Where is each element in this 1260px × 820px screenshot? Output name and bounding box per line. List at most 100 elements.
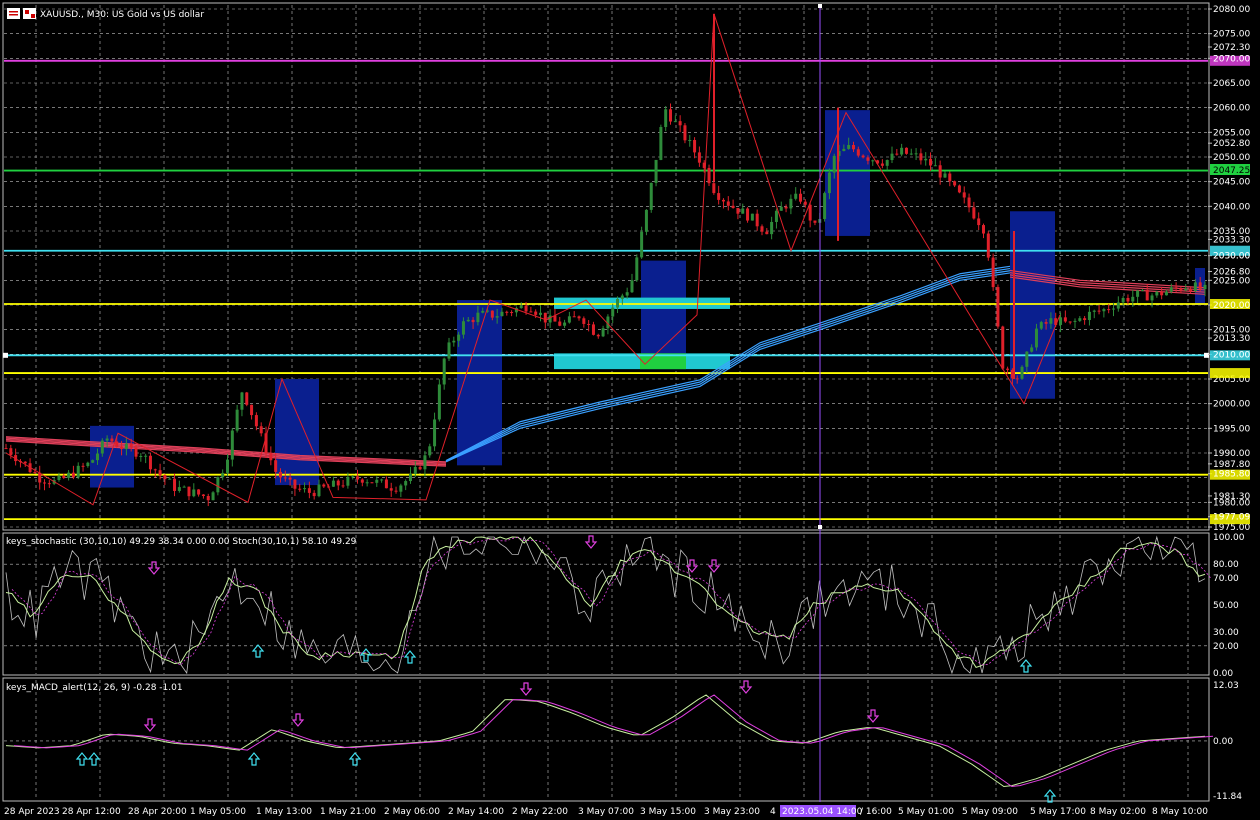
candle-body — [356, 476, 360, 480]
candle-body — [500, 311, 504, 317]
candle-body — [669, 109, 673, 122]
candle-body — [712, 183, 716, 194]
price-tick-label: 2075.00 — [1213, 30, 1250, 40]
candle-body — [1189, 288, 1193, 292]
candle-body — [129, 443, 133, 448]
candle-body — [490, 310, 494, 318]
stoch-tick-label: 70.00 — [1213, 574, 1239, 584]
candle-body — [105, 438, 109, 441]
candle-body — [938, 165, 942, 178]
candle-body — [847, 145, 851, 149]
price-tick-label-tagged: 1985.80 — [1213, 470, 1250, 480]
candle-body — [120, 446, 124, 450]
price-tick-label: 1980.00 — [1213, 498, 1250, 508]
stoch-tick-label: 80.00 — [1213, 560, 1239, 570]
candle-body — [23, 461, 27, 464]
stoch-tick-label: 50.00 — [1213, 601, 1239, 611]
candle-body — [543, 312, 547, 323]
candle-body — [1116, 302, 1120, 309]
stochastic-lines — [4, 535, 1212, 675]
candle-body — [47, 483, 51, 485]
time-tick-label: 28 Apr 2023 — [4, 807, 60, 817]
candle-body — [741, 208, 745, 214]
candle-body — [206, 496, 210, 501]
ma-red-line — [5, 436, 447, 463]
time-axis[interactable]: 28 Apr 2023 28 Apr 12:00 28 Apr 20:00 1 May… — [4, 805, 1208, 817]
candle-body — [779, 206, 783, 211]
candle-body — [914, 153, 918, 155]
crosshair-handle-top[interactable] — [818, 4, 822, 8]
candle-body — [563, 322, 567, 326]
price-tick-label: 1990.00 — [1213, 449, 1250, 459]
price-tick-label: 1975.00 — [1213, 523, 1250, 533]
price-tick-label: 2052.80 — [1213, 139, 1250, 149]
candle-body — [649, 182, 653, 210]
time-tick-label: / 16:00 — [860, 807, 892, 817]
macd-buy-arrow — [247, 752, 261, 766]
candle-body — [591, 324, 595, 335]
candle-body — [408, 473, 412, 482]
candle-body — [418, 466, 422, 470]
price-tick-label: 2000.00 — [1213, 400, 1250, 410]
candle-body — [399, 485, 403, 492]
time-tick-label: 2 May 06:00 — [384, 807, 440, 817]
candle-body — [789, 198, 793, 209]
candle-body — [957, 185, 961, 193]
time-tick-label: 3 May 15:00 — [640, 807, 696, 817]
candle-body — [187, 486, 191, 497]
candle-body — [158, 470, 162, 476]
trading-chart[interactable]: XAUUSD., M30: US Gold vs US dollar keys_… — [0, 0, 1260, 820]
candle-body — [139, 456, 143, 458]
candle-body — [134, 447, 138, 457]
candle-body — [365, 482, 369, 484]
stoch-buy-arrow — [359, 648, 373, 662]
candle-body — [977, 218, 981, 226]
candle-body — [201, 494, 205, 497]
candle-body — [664, 109, 668, 128]
crosshair-handle-bottom[interactable] — [818, 525, 822, 529]
candle-body — [1184, 288, 1188, 291]
price-axis[interactable]: 2080.00 2075.00 2072.302070.00 2065.00 2060.… — [1208, 5, 1250, 533]
candle-body — [230, 430, 234, 460]
candle-body — [587, 323, 591, 325]
candle-body — [885, 160, 889, 166]
stochastic-label: keys_stochastic (30,10,10) 49.29 38.34 0… — [6, 537, 357, 547]
candle-body — [245, 392, 249, 405]
candle-body — [1097, 310, 1101, 312]
candle-body — [341, 485, 345, 487]
candle-body — [1068, 321, 1072, 323]
macd-tick-label: -11.84 — [1213, 792, 1242, 802]
candle-body — [293, 479, 297, 489]
candle-body — [481, 310, 485, 313]
candle-body — [216, 477, 220, 493]
candle-body — [683, 125, 687, 141]
candle-body — [298, 488, 302, 490]
ma-blue-line — [445, 267, 1011, 462]
chart-type-icon[interactable] — [7, 8, 20, 19]
candle-body — [909, 153, 913, 155]
price-tick-label: 2033.30 — [1213, 235, 1250, 245]
time-tick-label: 3 May 23:00 — [704, 807, 760, 817]
candle-body — [808, 204, 812, 221]
macd-pane[interactable] — [2, 677, 1210, 802]
candle-body — [750, 213, 754, 221]
stochastic-pane[interactable] — [2, 532, 1210, 676]
time-tick-label: 2023.05.04 14:00 — [782, 807, 863, 817]
candle-body — [1063, 317, 1067, 322]
price-tick-label: 2055.00 — [1213, 128, 1250, 138]
candle-body — [1006, 368, 1010, 370]
candle-body — [57, 475, 61, 481]
candle-body — [1073, 320, 1077, 322]
candle-body — [693, 140, 697, 153]
candle-body — [1020, 366, 1024, 379]
candle-body — [644, 209, 648, 232]
candle-body — [221, 472, 225, 478]
candle-body — [625, 292, 629, 296]
candle-body — [866, 157, 870, 161]
candle-body — [770, 221, 774, 235]
zone-block — [1010, 211, 1055, 399]
candle-body — [1164, 291, 1168, 296]
stoch-sell-arrow — [584, 535, 598, 549]
candle-body — [904, 147, 908, 154]
stoch-sell-arrow — [707, 559, 721, 573]
